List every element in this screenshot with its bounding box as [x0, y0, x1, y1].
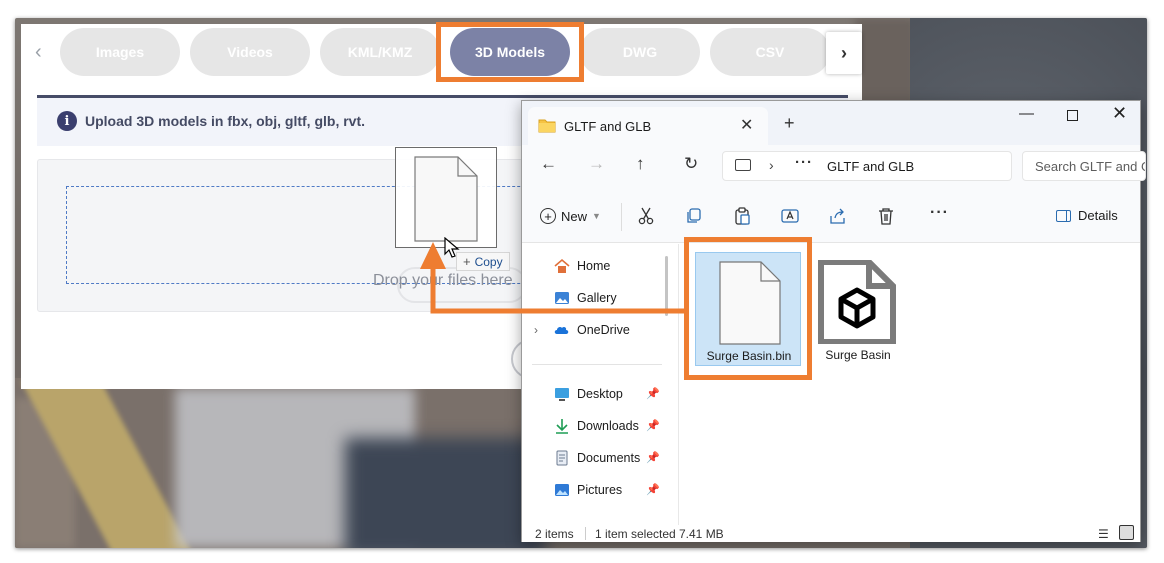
- selection-count: 1 item selected: [595, 527, 676, 541]
- list-view-icon[interactable]: ☰: [1098, 527, 1109, 541]
- tile-view-icon[interactable]: [1119, 525, 1134, 540]
- item-count: 2 items: [535, 527, 574, 541]
- pictures-icon: [555, 484, 569, 496]
- screenshot-frame: ‹ Images Videos KML/KMZ 3D Models DWG CS…: [15, 18, 1147, 548]
- more-options-icon[interactable]: ···: [930, 204, 949, 222]
- copy-icon[interactable]: [685, 207, 703, 225]
- refresh-icon[interactable]: ↻: [684, 154, 698, 174]
- new-label: New: [561, 208, 588, 224]
- sidebar-item-desktop[interactable]: Desktop 📌: [522, 380, 667, 408]
- close-window-icon[interactable]: ✕: [1112, 103, 1127, 124]
- drop-text: Drop your files here: [373, 272, 513, 289]
- file-explorer-window: GLTF and GLB ✕ + — ✕ ← → ↑ ↻ › ··· GLTF …: [521, 100, 1146, 542]
- downloads-icon: [556, 419, 568, 434]
- 3d-model-file-icon: [818, 260, 896, 344]
- explorer-tab[interactable]: GLTF and GLB ✕: [528, 107, 768, 145]
- file-highlight-box: [684, 237, 812, 380]
- sidebar-item-label: Gallery: [577, 291, 617, 305]
- sidebar-item-documents[interactable]: Documents 📌: [522, 444, 667, 472]
- sidebar-item-downloads[interactable]: Downloads 📌: [522, 412, 667, 440]
- sidebar-item-label: OneDrive: [577, 323, 630, 337]
- title-bar: GLTF and GLB ✕ + — ✕: [522, 101, 1140, 145]
- sidebar-item-label: Desktop: [577, 387, 623, 401]
- cut-icon[interactable]: [637, 207, 655, 225]
- pin-icon[interactable]: 📌: [646, 419, 660, 432]
- command-bar: + New ▼ ··· Details: [522, 191, 1140, 243]
- chevron-right-icon[interactable]: ›: [826, 32, 862, 74]
- close-tab-icon[interactable]: ✕: [740, 115, 753, 135]
- more-path-icon[interactable]: ···: [795, 154, 813, 171]
- navigation-pane: Home Gallery › OneDrive Desktop 📌 Downlo…: [522, 244, 674, 526]
- tab-highlight-box: [436, 22, 584, 82]
- folder-icon: [538, 119, 556, 133]
- chevron-down-icon: ▼: [592, 211, 601, 221]
- chevron-right-icon[interactable]: ›: [534, 323, 538, 337]
- rename-icon[interactable]: [781, 207, 799, 225]
- selection-size: 7.41 MB: [679, 527, 724, 541]
- home-icon: [554, 258, 570, 273]
- details-label: Details: [1078, 208, 1118, 223]
- sidebar-item-label: Documents: [577, 451, 641, 465]
- sidebar-item-label: Downloads: [577, 419, 639, 433]
- minimize-icon[interactable]: —: [1019, 105, 1034, 122]
- blank-file-icon: [414, 156, 478, 242]
- file-item-surge-basin[interactable]: Surge Basin: [805, 252, 911, 366]
- info-icon: i: [57, 111, 77, 131]
- file-name: Surge Basin: [825, 348, 891, 362]
- file-type-tabs: ‹ Images Videos KML/KMZ 3D Models DWG CS…: [21, 22, 862, 88]
- sidebar-item-onedrive[interactable]: › OneDrive: [522, 316, 667, 344]
- chevron-left-icon[interactable]: ‹: [35, 42, 53, 62]
- paste-icon[interactable]: [733, 207, 751, 225]
- status-bar: 2 items 1 item selected 7.41 MB ☰: [522, 525, 1140, 542]
- sidebar-divider: [532, 364, 662, 365]
- tab-images[interactable]: Images: [60, 28, 180, 76]
- navigation-bar: ← → ↑ ↻ › ··· GLTF and GLB Search GLTF a…: [522, 145, 1146, 191]
- pin-icon[interactable]: 📌: [646, 387, 660, 400]
- copy-tooltip: + Copy: [456, 252, 510, 271]
- this-pc-icon: [735, 159, 751, 171]
- maximize-icon[interactable]: [1067, 110, 1078, 121]
- info-text: Upload 3D models in fbx, obj, gltf, glb,…: [85, 113, 366, 129]
- drag-preview: [395, 147, 497, 248]
- gallery-icon: [555, 292, 569, 304]
- forward-icon[interactable]: →: [588, 154, 605, 174]
- address-path: GLTF and GLB: [827, 159, 915, 174]
- plus-icon: +: [463, 254, 471, 269]
- tab-videos[interactable]: Videos: [190, 28, 310, 76]
- sidebar-item-label: Pictures: [577, 483, 623, 497]
- tab-dwg[interactable]: DWG: [580, 28, 700, 76]
- chevron-right-icon[interactable]: ›: [769, 157, 774, 173]
- status-divider: [585, 527, 586, 540]
- new-button[interactable]: + New ▼: [540, 208, 601, 224]
- details-pane-icon: [1056, 209, 1071, 222]
- sidebar-item-label: Home: [577, 259, 611, 273]
- sidebar-item-gallery[interactable]: Gallery: [522, 284, 667, 312]
- toolbar-divider: [621, 203, 622, 231]
- pin-icon[interactable]: 📌: [646, 483, 660, 496]
- up-icon[interactable]: ↑: [636, 154, 645, 174]
- tab-title: GLTF and GLB: [564, 119, 652, 134]
- pin-icon[interactable]: 📌: [646, 451, 660, 464]
- new-tab-icon[interactable]: +: [784, 113, 795, 134]
- plus-icon: +: [540, 208, 556, 224]
- back-icon[interactable]: ←: [540, 154, 557, 174]
- onedrive-icon: [554, 326, 569, 334]
- copy-label: Copy: [474, 254, 503, 269]
- sidebar-item-home[interactable]: Home: [522, 252, 667, 280]
- tab-csv[interactable]: CSV: [710, 28, 830, 76]
- address-bar[interactable]: › ··· GLTF and GLB: [722, 151, 1012, 181]
- sidebar-item-pictures[interactable]: Pictures 📌: [522, 476, 667, 504]
- share-icon[interactable]: [829, 207, 847, 225]
- desktop-icon: [555, 388, 569, 401]
- details-button[interactable]: Details: [1056, 208, 1118, 223]
- documents-icon: [556, 450, 568, 466]
- tab-kml-kmz[interactable]: KML/KMZ: [320, 28, 440, 76]
- search-input[interactable]: Search GLTF and GLB: [1022, 151, 1146, 181]
- delete-icon[interactable]: [877, 207, 895, 225]
- sidebar-scrollbar[interactable]: [665, 256, 668, 316]
